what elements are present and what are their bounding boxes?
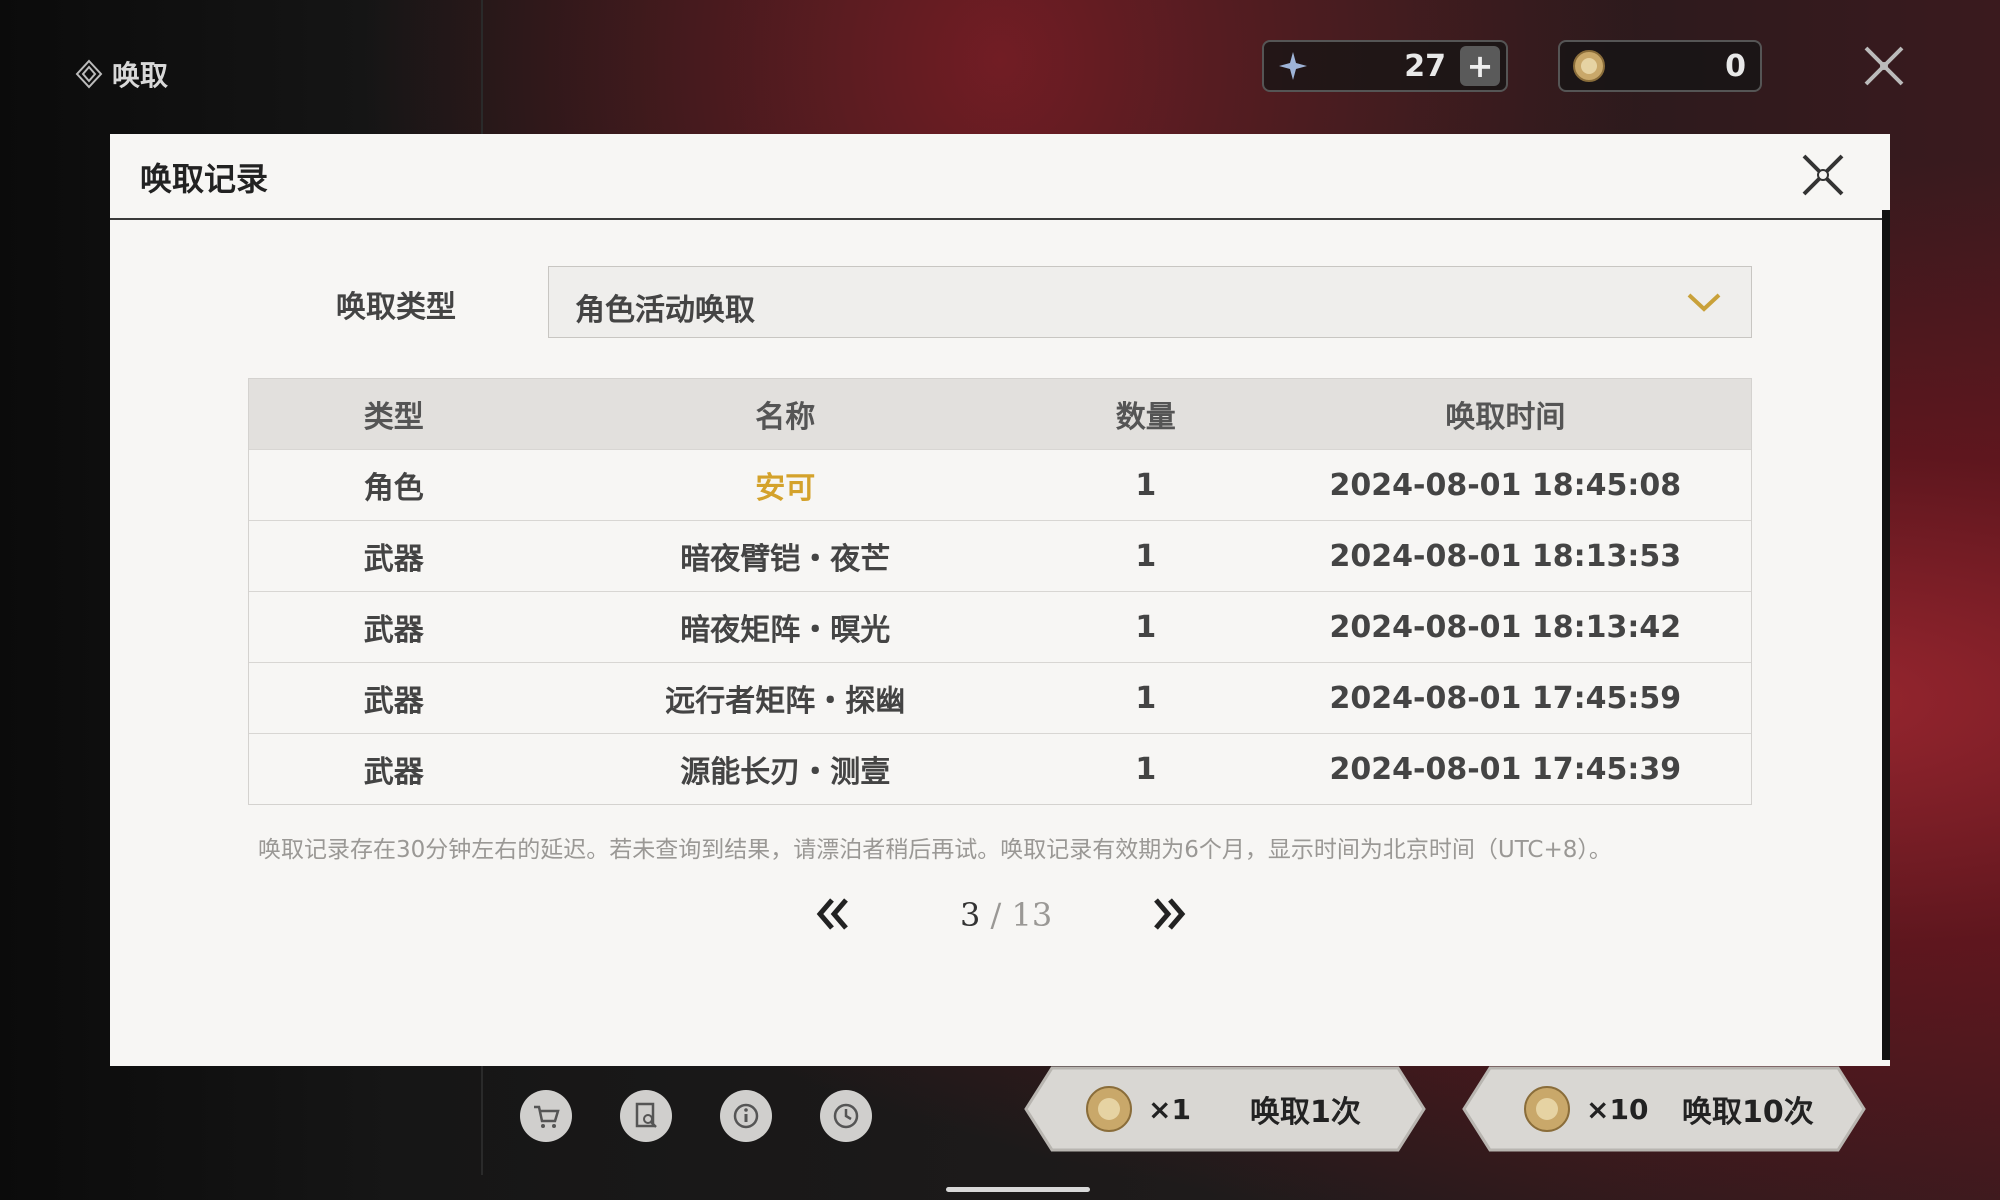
- history-button[interactable]: [820, 1090, 872, 1142]
- table-row: 角色 安可 1 2024-08-01 18:45:08: [249, 449, 1751, 520]
- info-icon: [733, 1103, 759, 1129]
- table-row: 武器 暗夜臂铠・夜芒 1 2024-08-01 18:13:53: [249, 520, 1751, 591]
- home-indicator[interactable]: [946, 1187, 1090, 1192]
- column-header-type: 类型: [363, 400, 424, 435]
- cell-name: 安可: [755, 471, 816, 506]
- history-icon: [833, 1103, 859, 1129]
- close-icon: [1802, 154, 1844, 196]
- pagination: 3 / 13: [110, 886, 1890, 946]
- cell-time: 2024-08-01 18:13:42: [1329, 609, 1682, 645]
- primary-currency: 27 +: [1262, 40, 1508, 92]
- cell-type: 角色: [363, 471, 424, 506]
- star-currency-icon: [1276, 49, 1310, 83]
- cell-time: 2024-08-01 17:45:39: [1329, 751, 1682, 787]
- cell-type: 武器: [363, 542, 424, 577]
- cell-qty: 1: [1135, 609, 1157, 645]
- cell-type: 武器: [363, 755, 424, 790]
- pull-once-button[interactable]: ×1 唤取1次: [1022, 1064, 1428, 1154]
- pull-ten-button[interactable]: ×10 唤取10次: [1460, 1064, 1868, 1154]
- table-row: 武器 源能长刃・测壹 1 2024-08-01 17:45:39: [249, 733, 1751, 804]
- cell-qty: 1: [1135, 467, 1157, 503]
- coin-icon: [1524, 1086, 1570, 1132]
- type-label: 唤取类型: [336, 290, 456, 325]
- close-icon[interactable]: [1858, 40, 1910, 92]
- cell-name: 暗夜矩阵・暝光: [680, 613, 891, 648]
- cell-time: 2024-08-01 17:45:59: [1329, 680, 1682, 716]
- page-separator: /: [980, 896, 1012, 934]
- coin-icon: [1572, 49, 1606, 83]
- primary-currency-value: 27: [1404, 48, 1446, 84]
- cell-name: 源能长刃・测壹: [680, 755, 891, 790]
- add-currency-button[interactable]: +: [1460, 46, 1500, 86]
- pull-once-label: 唤取1次: [1250, 1095, 1361, 1130]
- plus-icon: +: [1466, 47, 1494, 85]
- column-header-name: 名称: [755, 400, 816, 435]
- shop-icon: [534, 1105, 560, 1128]
- secondary-currency-value: 0: [1725, 48, 1746, 84]
- modal-close-button[interactable]: [1796, 148, 1850, 202]
- coin-icon: [1086, 1086, 1132, 1132]
- table-row: 武器 暗夜矩阵・暝光 1 2024-08-01 18:13:42: [249, 591, 1751, 662]
- cell-time: 2024-08-01 18:13:53: [1329, 538, 1682, 574]
- cell-qty: 1: [1135, 538, 1157, 574]
- shop-button[interactable]: [520, 1090, 572, 1142]
- type-select-value: 角色活动唤取: [575, 293, 755, 328]
- table-row: 武器 远行者矩阵・探幽 1 2024-08-01 17:45:59: [249, 662, 1751, 733]
- cell-name: 暗夜臂铠・夜芒: [680, 542, 891, 577]
- column-header-qty: 数量: [1115, 400, 1176, 435]
- cell-type: 武器: [363, 613, 424, 648]
- delay-note: 唤取记录存在30分钟左右的延迟。若未查询到结果，请漂泊者稍后再试。唤取记录有效期…: [258, 837, 1612, 863]
- double-chevron-right-icon[interactable]: [1150, 894, 1190, 934]
- record-button[interactable]: [620, 1090, 672, 1142]
- info-button[interactable]: [720, 1090, 772, 1142]
- cell-time: 2024-08-01 18:45:08: [1329, 467, 1682, 503]
- convene-record-modal: 唤取记录 唤取类型 角色活动唤取 类型 名称 数量 唤取时间 角色 安可 1 2…: [110, 134, 1890, 1066]
- modal-header: 唤取记录: [110, 134, 1890, 220]
- table-header: 类型 名称 数量 唤取时间: [249, 379, 1751, 449]
- record-icon: [635, 1102, 657, 1128]
- section-header: 唤取: [74, 54, 168, 94]
- page-total: 13: [1011, 896, 1053, 934]
- column-header-time: 唤取时间: [1445, 400, 1566, 435]
- double-chevron-left-icon[interactable]: [812, 894, 852, 934]
- pull-ten-cost: ×10: [1586, 1092, 1649, 1126]
- page-current: 3: [960, 896, 981, 934]
- pull-ten-label: 唤取10次: [1682, 1095, 1814, 1130]
- cell-name: 远行者矩阵・探幽: [665, 684, 906, 719]
- cell-qty: 1: [1135, 680, 1157, 716]
- chevron-down-icon: [1687, 293, 1721, 312]
- pull-once-cost: ×1: [1148, 1092, 1191, 1126]
- section-title: 唤取: [112, 59, 169, 92]
- modal-edge-accent: [1882, 210, 1890, 1060]
- cell-type: 武器: [363, 684, 424, 719]
- type-select[interactable]: 角色活动唤取: [548, 266, 1752, 338]
- record-table: 类型 名称 数量 唤取时间 角色 安可 1 2024-08-01 18:45:0…: [248, 378, 1752, 805]
- secondary-currency: 0: [1558, 40, 1762, 92]
- cell-qty: 1: [1135, 751, 1157, 787]
- page-indicator: 3 / 13: [960, 896, 1052, 934]
- modal-title: 唤取记录: [140, 160, 269, 198]
- convene-icon: [75, 59, 103, 89]
